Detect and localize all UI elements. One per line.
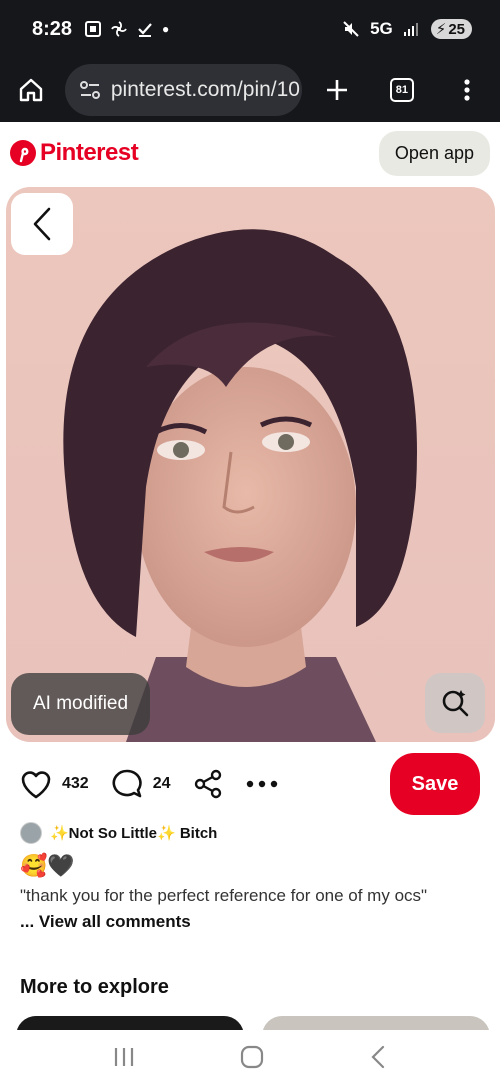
network-label: 5G bbox=[370, 19, 393, 38]
site-settings-icon bbox=[79, 81, 100, 99]
more-options-button[interactable] bbox=[245, 780, 279, 788]
view-all-comments-link[interactable]: ... View all comments bbox=[20, 912, 490, 932]
browser-menu-button[interactable] bbox=[447, 70, 486, 110]
mute-icon bbox=[343, 21, 359, 37]
more-vertical-icon bbox=[463, 79, 470, 101]
comment-count: 24 bbox=[152, 775, 171, 792]
comment-emoji: 🥰🖤 bbox=[20, 853, 75, 878]
ai-modified-badge[interactable]: AI modified bbox=[11, 673, 151, 735]
pinterest-header: Pinterest Open app bbox=[0, 122, 500, 184]
more-to-explore-heading: More to explore bbox=[20, 976, 169, 998]
pinterest-logo[interactable]: Pinterest bbox=[10, 139, 139, 167]
plus-icon bbox=[327, 80, 348, 100]
battery-level: 25 bbox=[448, 20, 465, 38]
status-time: 8:28 bbox=[32, 17, 73, 40]
comment-author[interactable]: ✨Not So Little✨ Bitch bbox=[20, 822, 490, 844]
fan-icon bbox=[111, 21, 127, 37]
pin-actions: 432 24 Save bbox=[0, 752, 500, 816]
comment-button[interactable]: 24 bbox=[111, 768, 171, 800]
avatar[interactable] bbox=[20, 822, 42, 844]
open-app-button[interactable]: Open app bbox=[378, 130, 490, 176]
screenshot-icon bbox=[85, 21, 102, 37]
battery-indicator: ⚡ 25 bbox=[430, 19, 472, 39]
home-button[interactable] bbox=[14, 72, 49, 108]
recent-apps-icon[interactable] bbox=[112, 1046, 136, 1068]
charging-icon: ⚡ bbox=[435, 21, 447, 38]
heart-icon bbox=[21, 771, 51, 799]
tab-switcher-button[interactable]: 81 bbox=[382, 70, 421, 110]
like-count: 432 bbox=[62, 775, 89, 792]
share-button[interactable] bbox=[193, 769, 223, 799]
home-nav-icon[interactable] bbox=[239, 1044, 265, 1070]
status-bar: 8:28 ● 5G ⚡ 25 bbox=[0, 0, 500, 58]
back-nav-icon[interactable] bbox=[368, 1044, 388, 1070]
share-icon bbox=[194, 769, 221, 799]
save-button[interactable]: Save bbox=[390, 753, 480, 815]
home-icon bbox=[20, 78, 43, 102]
browser-toolbar: pinterest.com/pin/10 81 bbox=[0, 58, 500, 122]
more-horizontal-icon bbox=[246, 780, 277, 788]
url-text: pinterest.com/pin/10 bbox=[110, 78, 300, 101]
visual-search-button[interactable] bbox=[425, 673, 485, 733]
signal-icon bbox=[403, 23, 418, 36]
comment-username: ✨Not So Little✨ Bitch bbox=[50, 825, 218, 842]
comment-icon bbox=[112, 769, 142, 798]
status-notification-icons: ● bbox=[84, 20, 169, 38]
logo-text: Pinterest bbox=[40, 139, 139, 166]
top-comment: ✨Not So Little✨ Bitch 🥰🖤 "thank you for … bbox=[20, 822, 490, 932]
comment-text: "thank you for the perfect reference for… bbox=[20, 886, 428, 905]
new-tab-button[interactable] bbox=[318, 70, 357, 110]
back-button[interactable] bbox=[11, 193, 73, 255]
portrait-image bbox=[6, 187, 495, 742]
system-nav-bar bbox=[0, 1030, 500, 1084]
chevron-left-icon bbox=[33, 207, 51, 241]
checkmark-icon bbox=[138, 23, 152, 37]
lens-search-icon bbox=[442, 690, 469, 717]
tab-count: 81 bbox=[389, 78, 414, 102]
like-button[interactable]: 432 bbox=[20, 769, 89, 799]
pin-image[interactable]: AI modified bbox=[6, 187, 495, 742]
dot-icon: ● bbox=[162, 22, 170, 36]
url-bar[interactable]: pinterest.com/pin/10 bbox=[64, 64, 302, 116]
pinterest-p-icon bbox=[10, 140, 36, 166]
